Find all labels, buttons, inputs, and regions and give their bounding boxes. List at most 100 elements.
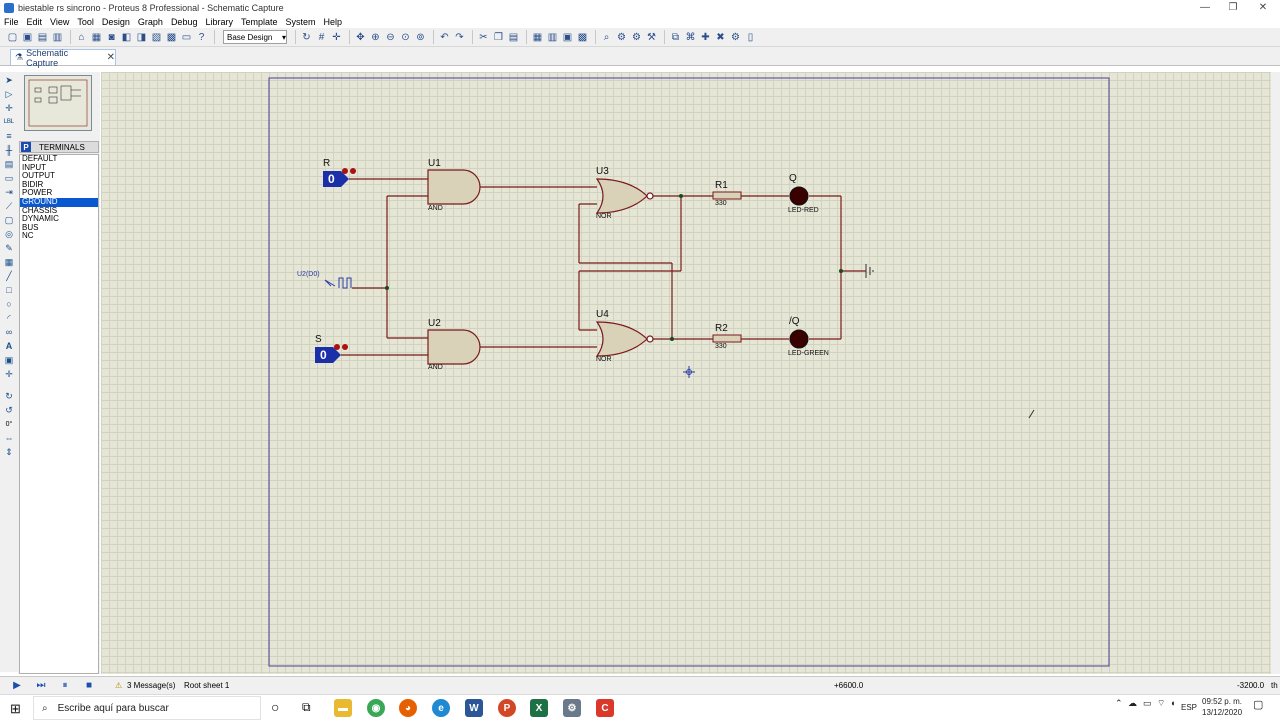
label-r2[interactable]: R2 bbox=[715, 323, 728, 334]
excel-icon[interactable]: X bbox=[530, 699, 548, 717]
undo-icon[interactable]: ↶ bbox=[438, 31, 451, 44]
box-tool-icon[interactable]: □ bbox=[2, 284, 16, 296]
notes-icon[interactable]: ▭ bbox=[180, 31, 193, 44]
text-tool-icon[interactable]: A bbox=[2, 340, 16, 352]
tray-arrow-icon[interactable]: ⌃ bbox=[1115, 698, 1123, 709]
selection-mode-icon[interactable]: ➤ bbox=[2, 74, 16, 86]
wire-autorouter-icon[interactable]: ⧉ bbox=[669, 31, 682, 44]
mirror-horizontal-icon[interactable]: ⇔ bbox=[2, 432, 16, 444]
decompose-icon[interactable]: ⚒ bbox=[645, 31, 658, 44]
clock-date[interactable]: 13/12/2020 bbox=[1202, 708, 1242, 717]
proteus-isis-icon[interactable]: ⚙ bbox=[563, 699, 581, 717]
mirror-vertical-icon[interactable]: ⇕ bbox=[2, 446, 16, 458]
refresh-icon[interactable]: ↻ bbox=[300, 31, 313, 44]
home-icon[interactable]: ⌂ bbox=[75, 31, 88, 44]
onedrive-icon[interactable]: ☁ bbox=[1128, 698, 1137, 709]
new-file-icon[interactable]: ▢ bbox=[6, 31, 19, 44]
paste-icon[interactable]: ▤ bbox=[507, 31, 520, 44]
save-icon[interactable]: ▤ bbox=[36, 31, 49, 44]
label-q[interactable]: Q bbox=[789, 173, 797, 184]
wire-label-icon[interactable]: ᴸᴮᴸ bbox=[2, 116, 16, 128]
task-view-icon[interactable]: ⧉ bbox=[302, 700, 311, 715]
block-move-icon[interactable]: ▥ bbox=[546, 31, 559, 44]
label-u4[interactable]: U4 bbox=[596, 309, 609, 320]
pcb-icon[interactable]: ◙ bbox=[105, 31, 118, 44]
close-project-icon[interactable]: ▥ bbox=[51, 31, 64, 44]
stop-icon[interactable]: ■ bbox=[82, 680, 96, 692]
proteus-active-icon[interactable]: C bbox=[596, 699, 614, 717]
zoom-all-icon[interactable]: ⊙ bbox=[399, 31, 412, 44]
label-input-s[interactable]: S bbox=[315, 334, 322, 345]
close-window-button[interactable]: ✕ bbox=[1246, 0, 1280, 15]
subcircuit-icon[interactable]: ▤ bbox=[2, 158, 16, 170]
open-folder-icon[interactable]: ▣ bbox=[21, 31, 34, 44]
electrical-rule-check-icon[interactable]: ✚ bbox=[699, 31, 712, 44]
rotation-value[interactable]: 0° bbox=[2, 418, 16, 430]
vertical-scrollbar[interactable] bbox=[1271, 72, 1280, 674]
help-icon[interactable]: ? bbox=[195, 31, 208, 44]
chrome-icon[interactable]: ◉ bbox=[367, 699, 385, 717]
pan-icon[interactable]: ✥ bbox=[354, 31, 367, 44]
path-tool-icon[interactable]: ∞ bbox=[2, 326, 16, 338]
graph-mode-icon[interactable]: ⟋ bbox=[2, 200, 16, 212]
property-assignment-icon[interactable]: ⌘ bbox=[684, 31, 697, 44]
label-u2[interactable]: U2 bbox=[428, 318, 441, 329]
junction-dot-icon[interactable]: ✛ bbox=[2, 102, 16, 114]
menu-view[interactable]: View bbox=[50, 17, 69, 27]
word-icon[interactable]: W bbox=[465, 699, 483, 717]
menu-system[interactable]: System bbox=[286, 17, 316, 27]
tape-recorder-icon[interactable]: ▢ bbox=[2, 214, 16, 226]
taskbar-search[interactable]: ⌕ Escribe aquí para buscar bbox=[33, 696, 261, 720]
zoom-area-icon[interactable]: ⊚ bbox=[414, 31, 427, 44]
label-input-r[interactable]: R bbox=[323, 158, 330, 169]
bom-icon[interactable]: ▧ bbox=[150, 31, 163, 44]
pick-devices-button[interactable]: P bbox=[21, 142, 31, 152]
menu-template[interactable]: Template bbox=[241, 17, 278, 27]
packaging-icon[interactable]: ⚙ bbox=[630, 31, 643, 44]
label-r1[interactable]: R1 bbox=[715, 180, 728, 191]
rotate-clockwise-icon[interactable]: ↻ bbox=[2, 390, 16, 402]
bill-of-materials-icon[interactable]: ▯ bbox=[744, 31, 757, 44]
redo-icon[interactable]: ↷ bbox=[453, 31, 466, 44]
windows-start-icon[interactable]: ⊞ bbox=[10, 701, 21, 717]
input-r-state[interactable]: 0 bbox=[328, 172, 335, 186]
file-explorer-icon[interactable]: ▬ bbox=[334, 699, 352, 717]
line-tool-icon[interactable]: ╱ bbox=[2, 270, 16, 282]
close-tab-icon[interactable]: ✕ bbox=[107, 52, 115, 63]
voltage-probe-icon[interactable]: ✎ bbox=[2, 242, 16, 254]
cortana-icon[interactable]: ○ bbox=[271, 699, 279, 715]
component-mode-icon[interactable]: ▷ bbox=[2, 88, 16, 100]
messages-count[interactable]: 3 Message(s) bbox=[127, 681, 175, 690]
label-clock[interactable]: U2(D0) bbox=[297, 271, 320, 278]
code-icon[interactable]: ▩ bbox=[165, 31, 178, 44]
notifications-icon[interactable]: ▢ bbox=[1253, 698, 1263, 711]
terminals-mode-icon[interactable]: ▭ bbox=[2, 172, 16, 184]
edge-icon[interactable]: e bbox=[432, 699, 450, 717]
search-component-icon[interactable]: ⌕ bbox=[600, 31, 613, 44]
rotate-anticlockwise-icon[interactable]: ↺ bbox=[2, 404, 16, 416]
schematic-canvas[interactable]: U1 AND U2 AND U3 NOR U4 NOR R1 330 R2 33… bbox=[101, 72, 1271, 674]
menu-tool[interactable]: Tool bbox=[77, 17, 94, 27]
menu-edit[interactable]: Edit bbox=[27, 17, 43, 27]
powerpoint-icon[interactable]: P bbox=[498, 699, 516, 717]
block-delete-icon[interactable]: ▩ bbox=[576, 31, 589, 44]
play-icon[interactable]: ▶ bbox=[10, 680, 24, 692]
list-item[interactable]: NC bbox=[20, 232, 98, 241]
step-icon[interactable]: ⏭ bbox=[34, 680, 48, 692]
network-icon[interactable]: ⌔ bbox=[1157, 698, 1165, 709]
3d-view-icon[interactable]: ◨ bbox=[135, 31, 148, 44]
origin-icon[interactable]: ✛ bbox=[330, 31, 343, 44]
marker-tool-icon[interactable]: ✛ bbox=[2, 368, 16, 380]
menu-library[interactable]: Library bbox=[205, 17, 233, 27]
language-indicator[interactable]: ESP bbox=[1181, 703, 1197, 712]
menu-graph[interactable]: Graph bbox=[138, 17, 163, 27]
arc-tool-icon[interactable]: ◜ bbox=[2, 312, 16, 324]
netlist-icon[interactable]: ✖ bbox=[714, 31, 727, 44]
clock-time[interactable]: 09:52 p. m. bbox=[1202, 697, 1242, 706]
overview-window[interactable] bbox=[24, 75, 92, 131]
copy-icon[interactable]: ❐ bbox=[492, 31, 505, 44]
volume-icon[interactable]: ◖ bbox=[1170, 698, 1175, 708]
device-pins-icon[interactable]: ⇥ bbox=[2, 186, 16, 198]
virtual-instruments-icon[interactable]: ▦ bbox=[2, 256, 16, 268]
zoom-in-icon[interactable]: ⊕ bbox=[369, 31, 382, 44]
